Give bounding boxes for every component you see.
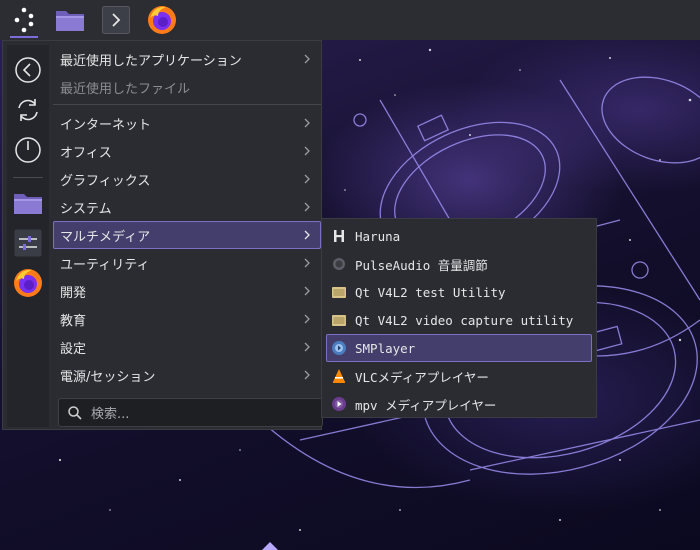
chevron-right-icon (304, 230, 310, 240)
submenu-item-label: Qt V4L2 video capture utility (355, 312, 574, 328)
menu-item-label: 最近使用したアプリケーション (60, 53, 242, 69)
menu-item-label: 教育 (60, 313, 87, 329)
mpv-icon (331, 396, 347, 412)
menu-item-label: システム (60, 201, 112, 217)
multimedia-submenu: Haruna PulseAudio 音量調節 Qt V4L2 test Utilit… (321, 218, 597, 418)
menu-item-label: 設定 (60, 341, 87, 357)
submenu-item[interactable]: Qt V4L2 test Utility (326, 278, 592, 306)
submenu-item[interactable]: Qt V4L2 video capture utility (326, 306, 592, 334)
terminal-icon[interactable] (98, 2, 134, 38)
vlc-icon (331, 368, 347, 384)
menu-item-label: オフィス (60, 145, 112, 161)
search-icon (68, 405, 82, 420)
chevron-right-icon (304, 342, 310, 352)
chevron-right-icon (304, 146, 310, 156)
submenu-item[interactable]: PulseAudio 音量調節 (326, 250, 592, 278)
application-launcher-icon[interactable] (6, 2, 42, 38)
refresh-icon[interactable] (11, 93, 45, 127)
menu-item-recent-files: 最近使用したファイル (53, 73, 321, 101)
menu-item-category[interactable]: ユーティリティ (53, 249, 321, 277)
folder-icon[interactable] (52, 2, 88, 38)
category-list: インターネット オフィスグラフィックス システムマルチメディア ユーティリティ 開発教育… (53, 109, 321, 389)
submenu-item-label: Haruna (355, 228, 401, 244)
menu-item-category[interactable]: オフィス (53, 137, 321, 165)
chevron-right-icon (304, 370, 310, 380)
power-icon[interactable] (11, 133, 45, 167)
submenu-item-label: SMPlayer (355, 340, 416, 356)
search-placeholder: 検索... (91, 407, 130, 422)
submenu-item[interactable]: SMPlayer (326, 334, 592, 362)
chevron-right-icon (304, 174, 310, 184)
menu-item-recent-apps[interactable]: 最近使用したアプリケーション (53, 45, 321, 73)
menu-item-category[interactable]: 教育 (53, 305, 321, 333)
menu-item-category[interactable]: システム (53, 193, 321, 221)
qv4l2-icon (331, 284, 347, 300)
firefox-icon[interactable] (144, 2, 180, 38)
qvidcap-icon (331, 312, 347, 328)
submenu-item-label: Qt V4L2 test Utility (355, 284, 506, 300)
menu-separator (53, 104, 321, 105)
application-launcher-menu: 最近使用したアプリケーション 最近使用したファイル インターネット オフィスグラフ… (2, 40, 323, 430)
chevron-right-icon (304, 258, 310, 268)
submenu-item[interactable]: mpv メディアプレイヤー (326, 390, 592, 418)
top-panel (0, 0, 700, 40)
menu-item-label: グラフィックス (60, 173, 151, 189)
menu-item-label: 電源/セッション (60, 369, 156, 385)
menu-item-category[interactable]: 開発 (53, 277, 321, 305)
submenu-item[interactable]: VLCメディアプレイヤー (326, 362, 592, 390)
favorites-separator (13, 177, 43, 178)
chevron-right-icon (304, 54, 310, 64)
menu-item-category[interactable]: グラフィックス (53, 165, 321, 193)
menu-item-label: 開発 (60, 285, 87, 301)
search-field[interactable]: 検索... (58, 398, 323, 427)
menu-item-category[interactable]: 設定 (53, 333, 321, 361)
submenu-item[interactable]: Haruna (326, 222, 592, 250)
smplayer-icon (331, 340, 347, 356)
settings-sliders-icon[interactable] (11, 226, 45, 260)
haruna-icon (331, 228, 347, 244)
menu-item-category[interactable]: インターネット (53, 109, 321, 137)
submenu-item-label: VLCメディアプレイヤー (355, 369, 489, 385)
chevron-right-icon (304, 314, 310, 324)
back-icon[interactable] (11, 53, 45, 87)
submenu-item-label: mpv メディアプレイヤー (355, 397, 497, 413)
chevron-right-icon (304, 286, 310, 296)
menu-item-category[interactable]: マルチメディア (53, 221, 321, 249)
menu-item-label: マルチメディア (60, 229, 151, 245)
menu-item-label: 最近使用したファイル (60, 81, 191, 97)
chevron-right-icon (304, 202, 310, 212)
favorites-bar (7, 45, 49, 427)
menu-item-label: インターネット (60, 117, 152, 133)
folder-icon[interactable] (11, 186, 45, 220)
firefox-icon[interactable] (11, 266, 45, 300)
menu-item-category[interactable]: 電源/セッション (53, 361, 321, 389)
menu-list: 最近使用したアプリケーション 最近使用したファイル インターネット オフィスグラフ… (53, 45, 321, 389)
submenu-item-label: PulseAudio 音量調節 (355, 257, 488, 273)
chevron-right-icon (304, 118, 310, 128)
menu-item-label: ユーティリティ (60, 257, 150, 273)
pulseaudio-icon (331, 256, 347, 272)
